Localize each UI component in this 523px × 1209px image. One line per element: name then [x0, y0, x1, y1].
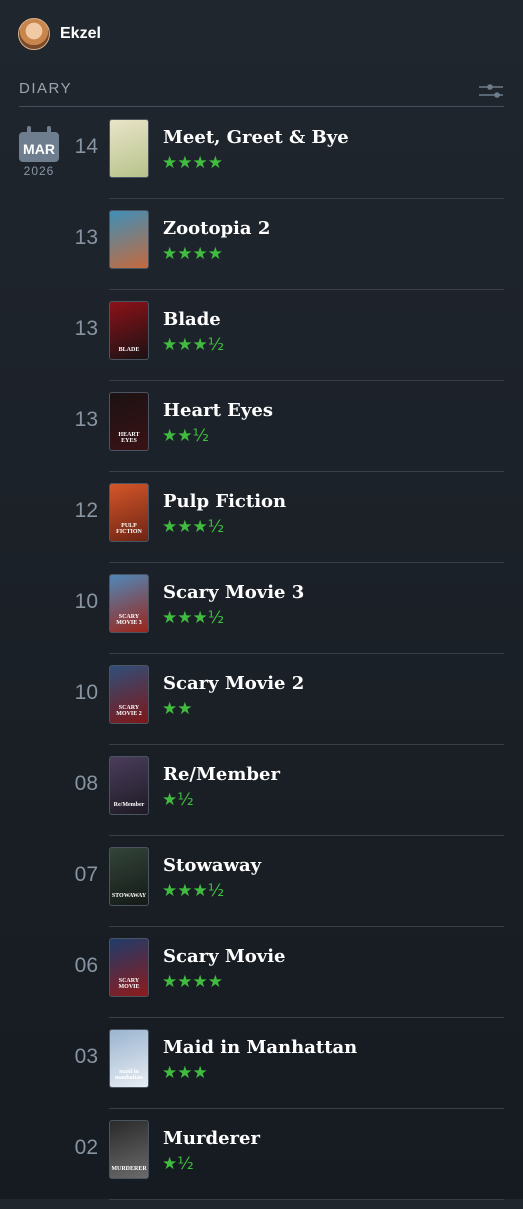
- star-rating: ★½: [162, 790, 194, 810]
- diary-entry[interactable]: 10 SCARY MOVIE 2 Scary Movie 2 ★★: [0, 663, 523, 754]
- poster-text: STOWAWAY: [111, 893, 147, 899]
- entry-divider: [109, 1108, 504, 1109]
- poster-text: SCARY MOVIE 2: [116, 705, 142, 717]
- entry-divider: [109, 471, 504, 472]
- star-rating: ★★★★: [162, 972, 223, 992]
- movie-poster[interactable]: MURDERER: [109, 1120, 149, 1179]
- diary-entry[interactable]: 08 Re/Member Re/Member ★½: [0, 754, 523, 845]
- entry-day: 14: [74, 135, 98, 158]
- poster-text: SCARY MOVIE 3: [116, 614, 142, 626]
- avatar[interactable]: [18, 18, 50, 50]
- entry-divider: [109, 562, 504, 563]
- diary-header: DIARY: [19, 80, 504, 108]
- diary-entry[interactable]: 10 SCARY MOVIE 3 Scary Movie 3 ★★★½: [0, 572, 523, 663]
- entry-divider: [109, 1017, 504, 1018]
- star-rating: ★★★½: [162, 517, 225, 537]
- entry-day: 06: [74, 954, 98, 977]
- entry-day: 12: [74, 499, 98, 522]
- diary-entry[interactable]: 12 PULP FICTION Pulp Fiction ★★★½: [0, 481, 523, 572]
- entry-day: 08: [74, 772, 98, 795]
- star-rating: ★½: [162, 1154, 194, 1174]
- entry-divider: [109, 289, 504, 290]
- diary-entry[interactable]: 13 Zootopia 2 ★★★★: [0, 208, 523, 299]
- entry-divider: [109, 835, 504, 836]
- movie-poster[interactable]: SCARY MOVIE: [109, 938, 149, 997]
- diary-entry[interactable]: 13 BLADE Blade ★★★½: [0, 299, 523, 390]
- entry-divider: [109, 653, 504, 654]
- poster-text: Re/Member: [113, 802, 145, 808]
- entry-divider: [109, 744, 504, 745]
- movie-poster[interactable]: Re/Member: [109, 756, 149, 815]
- entry-day: 10: [74, 590, 98, 613]
- entry-day: 13: [74, 408, 98, 431]
- star-rating: ★★: [162, 699, 193, 719]
- movie-title[interactable]: Meet, Greet & Bye: [163, 127, 349, 148]
- entry-day: 07: [74, 863, 98, 886]
- star-rating: ★★★½: [162, 608, 225, 628]
- entry-day: 03: [74, 1045, 98, 1068]
- movie-title[interactable]: Scary Movie 3: [163, 582, 304, 603]
- section-title: DIARY: [19, 80, 73, 97]
- diary-entry[interactable]: 02 MURDERER Murderer ★½: [0, 1118, 523, 1209]
- movie-poster[interactable]: SCARY MOVIE 3: [109, 574, 149, 633]
- movie-poster[interactable]: maid in manhattan: [109, 1029, 149, 1088]
- sliders-icon[interactable]: [478, 82, 504, 100]
- movie-poster[interactable]: [109, 119, 149, 178]
- entry-divider: [109, 380, 504, 381]
- movie-title[interactable]: Scary Movie: [163, 946, 286, 967]
- diary-entry[interactable]: 06 SCARY MOVIE Scary Movie ★★★★: [0, 936, 523, 1027]
- diary-entry[interactable]: 13 HEART EYES Heart Eyes ★★½: [0, 390, 523, 481]
- section-divider: [19, 106, 504, 107]
- movie-poster[interactable]: SCARY MOVIE 2: [109, 665, 149, 724]
- poster-text: maid in manhattan: [114, 1069, 143, 1081]
- poster-text: HEART EYES: [118, 432, 140, 444]
- movie-title[interactable]: Murderer: [163, 1128, 260, 1149]
- movie-title[interactable]: Stowaway: [163, 855, 261, 876]
- star-rating: ★★★★: [162, 244, 223, 264]
- movie-title[interactable]: Heart Eyes: [163, 400, 273, 421]
- profile-header[interactable]: Ekzel: [18, 18, 101, 50]
- poster-text: PULP FICTION: [116, 523, 142, 535]
- poster-text: MURDERER: [111, 1166, 147, 1172]
- movie-poster[interactable]: [109, 210, 149, 269]
- diary-entry[interactable]: 03 maid in manhattan Maid in Manhattan ★★★: [0, 1027, 523, 1118]
- star-rating: ★★★½: [162, 335, 225, 355]
- diary-entry[interactable]: 07 STOWAWAY Stowaway ★★★½: [0, 845, 523, 936]
- movie-title[interactable]: Re/Member: [163, 764, 280, 785]
- diary-list: 14 Meet, Greet & Bye ★★★★ 13 Zootopia 2 ★★★★ 1…: [0, 117, 523, 1209]
- movie-poster[interactable]: STOWAWAY: [109, 847, 149, 906]
- entry-divider: [109, 1199, 504, 1200]
- poster-text: BLADE: [118, 347, 140, 353]
- entry-divider: [109, 198, 504, 199]
- movie-title[interactable]: Scary Movie 2: [163, 673, 304, 694]
- star-rating: ★★★½: [162, 881, 225, 901]
- movie-poster[interactable]: PULP FICTION: [109, 483, 149, 542]
- movie-title[interactable]: Pulp Fiction: [163, 491, 286, 512]
- star-rating: ★★★★: [162, 153, 223, 173]
- movie-poster[interactable]: HEART EYES: [109, 392, 149, 451]
- entry-day: 13: [74, 317, 98, 340]
- movie-title[interactable]: Zootopia 2: [163, 218, 270, 239]
- poster-text: SCARY MOVIE: [118, 978, 140, 990]
- entry-day: 10: [74, 681, 98, 704]
- movie-title[interactable]: Blade: [163, 309, 221, 330]
- movie-poster[interactable]: BLADE: [109, 301, 149, 360]
- diary-entry[interactable]: 14 Meet, Greet & Bye ★★★★: [0, 117, 523, 208]
- star-rating: ★★½: [162, 426, 209, 446]
- entry-divider: [109, 926, 504, 927]
- username[interactable]: Ekzel: [60, 25, 101, 43]
- star-rating: ★★★: [162, 1063, 208, 1083]
- entry-day: 13: [74, 226, 98, 249]
- entry-day: 02: [74, 1136, 98, 1159]
- movie-title[interactable]: Maid in Manhattan: [163, 1037, 357, 1058]
